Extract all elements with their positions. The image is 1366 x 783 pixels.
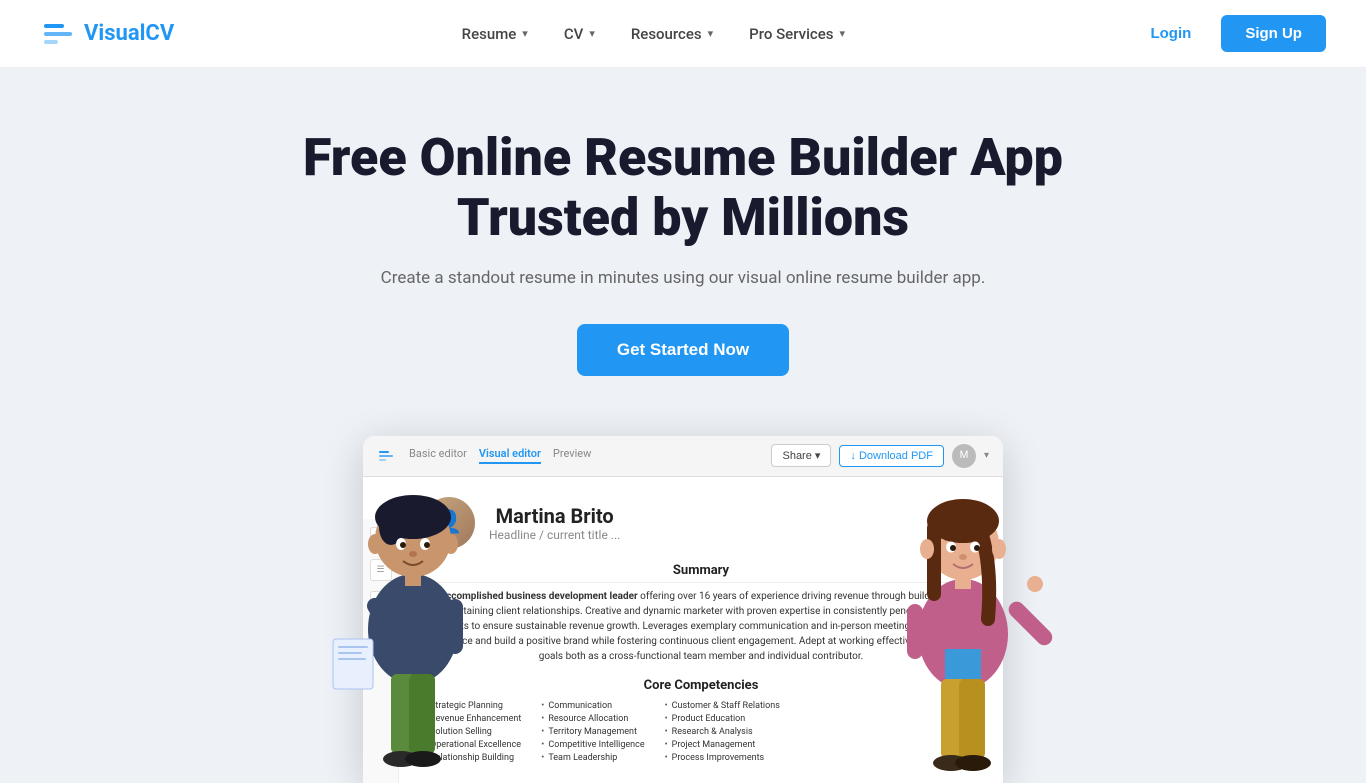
logo[interactable]: VisualCV (40, 16, 174, 52)
tab-preview[interactable]: Preview (553, 447, 591, 464)
chevron-down-icon: ▾ (522, 27, 528, 40)
signup-button[interactable]: Sign Up (1221, 15, 1326, 52)
competency-item: •Territory Management (541, 727, 644, 737)
nav-cv[interactable]: CV ▾ (550, 17, 609, 51)
competency-item: •Customer & Staff Relations (665, 701, 780, 711)
hero-title: Free Online Resume Builder App Trusted b… (233, 128, 1133, 248)
competency-item: •Research & Analysis (665, 727, 780, 737)
competency-item: •Competitive Intelligence (541, 740, 644, 750)
character-left (323, 439, 503, 783)
character-right (873, 439, 1053, 783)
competency-col-2: •Communication •Resource Allocation •Ter… (541, 701, 644, 763)
competency-item: •Project Management (665, 740, 780, 750)
nav-resources[interactable]: Resources ▾ (617, 17, 727, 51)
resume-current-title: Headline / current title ... (489, 528, 620, 542)
resume-name-block: Martina Brito Headline / current title .… (489, 504, 620, 542)
browser-mockup-wrapper: Basic editor Visual editor Preview Share… (20, 436, 1346, 783)
nav-pro-services[interactable]: Pro Services ▾ (735, 17, 859, 51)
competency-item: •Resource Allocation (541, 714, 644, 724)
logo-icon (40, 16, 76, 52)
chevron-down-icon: ▾ (589, 27, 595, 40)
chevron-down-icon: ▾ (840, 27, 846, 40)
competency-item: •Team Leadership (541, 753, 644, 763)
competency-item: •Process Improvements (665, 753, 780, 763)
nav-resume[interactable]: Resume ▾ (448, 17, 542, 51)
navbar: VisualCV Resume ▾ CV ▾ Resources ▾ Pro S… (0, 0, 1366, 68)
login-button[interactable]: Login (1132, 17, 1209, 50)
competency-col-3: •Customer & Staff Relations •Product Edu… (665, 701, 780, 763)
navbar-actions: Login Sign Up (1132, 15, 1326, 52)
hero-section: Free Online Resume Builder App Trusted b… (0, 68, 1366, 783)
competency-item: •Product Education (665, 714, 780, 724)
get-started-button[interactable]: Get Started Now (577, 324, 789, 376)
competency-item: •Communication (541, 701, 644, 711)
resume-name: Martina Brito (489, 504, 620, 528)
share-button[interactable]: Share ▾ (771, 444, 831, 467)
hero-subtitle: Create a standout resume in minutes usin… (20, 268, 1346, 288)
nav-menu: Resume ▾ CV ▾ Resources ▾ Pro Services ▾ (448, 17, 859, 51)
logo-text: VisualCV (84, 21, 174, 46)
chevron-down-icon: ▾ (708, 27, 714, 40)
